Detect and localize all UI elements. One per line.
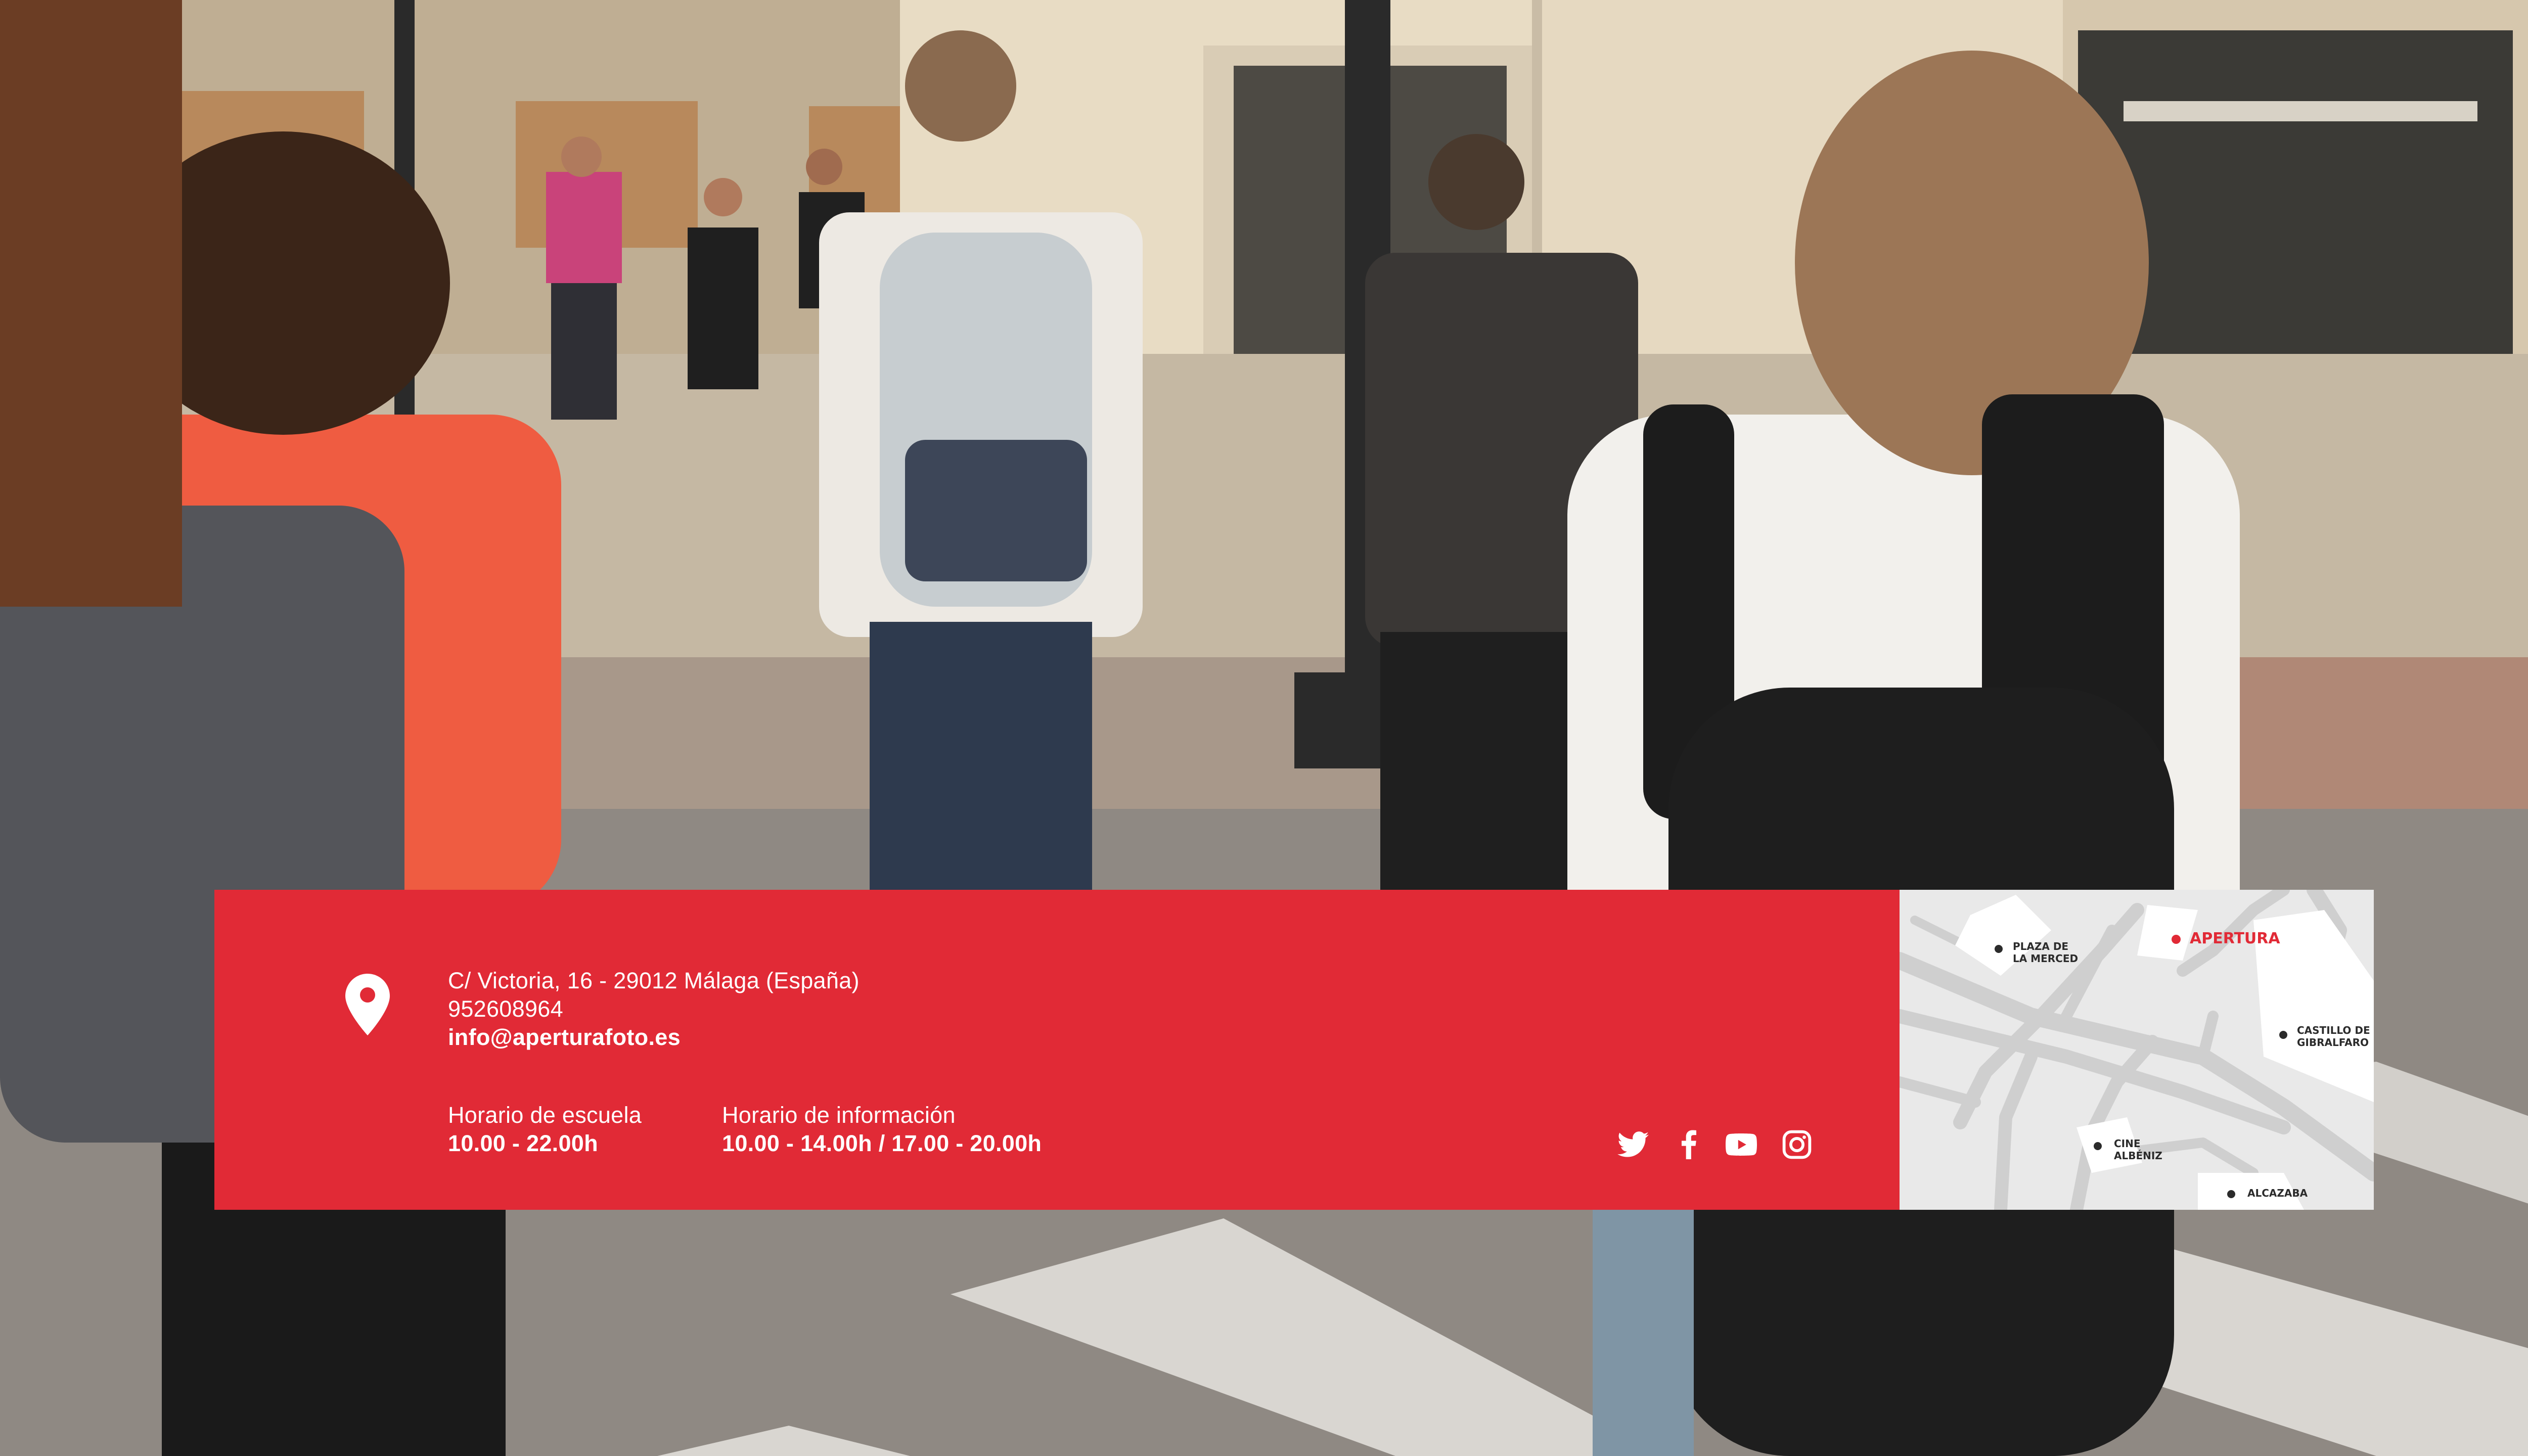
map-label-cine: CINE ALBÉNIZ: [2114, 1138, 2162, 1162]
hero-photo: [0, 0, 2528, 1456]
map-label-alcazaba: ALCAZABA: [2247, 1187, 2308, 1199]
info-hours-label: Horario de información: [722, 1102, 956, 1128]
instagram-icon[interactable]: [1779, 1126, 1815, 1163]
location-map[interactable]: PLAZA DE LA MERCED APERTURA CASTILLO DE …: [1900, 890, 2374, 1210]
map-label-apertura: APERTURA: [2190, 930, 2280, 947]
info-hours-value: 10.00 - 14.00h / 17.00 - 20.00h: [722, 1130, 1042, 1156]
map-label-castillo: CASTILLO DE GIBRALFARO: [2297, 1024, 2370, 1049]
street-scene-illustration: [0, 0, 2528, 1456]
map-label-plaza: PLAZA DE LA MERCED: [2013, 940, 2079, 965]
map-marker-castillo: [2279, 1031, 2287, 1039]
youtube-icon[interactable]: [1723, 1126, 1759, 1163]
school-hours-label: Horario de escuela: [448, 1102, 642, 1128]
email-link[interactable]: info@aperturafoto.es: [448, 1023, 860, 1052]
phone-text[interactable]: 952608964: [448, 995, 860, 1023]
contact-info-band: C/ Victoria, 16 - 29012 Málaga (España) …: [214, 890, 1900, 1210]
info-hours: Horario de información 10.00 - 14.00h / …: [722, 1101, 1042, 1158]
location-pin-icon: [345, 974, 390, 1035]
facebook-icon[interactable]: [1671, 1126, 1707, 1163]
contact-details: C/ Victoria, 16 - 29012 Málaga (España) …: [448, 967, 860, 1052]
map-marker-plaza: [1995, 945, 2003, 953]
map-marker-cine: [2094, 1142, 2102, 1150]
twitter-icon[interactable]: [1615, 1126, 1651, 1163]
map-marker-alcazaba: [2227, 1190, 2235, 1198]
school-hours-value: 10.00 - 22.00h: [448, 1130, 598, 1156]
school-hours: Horario de escuela 10.00 - 22.00h: [448, 1101, 642, 1158]
map-marker-apertura: [2172, 935, 2181, 944]
address-text: C/ Victoria, 16 - 29012 Málaga (España): [448, 968, 860, 993]
map-streets: [1900, 890, 2374, 1210]
